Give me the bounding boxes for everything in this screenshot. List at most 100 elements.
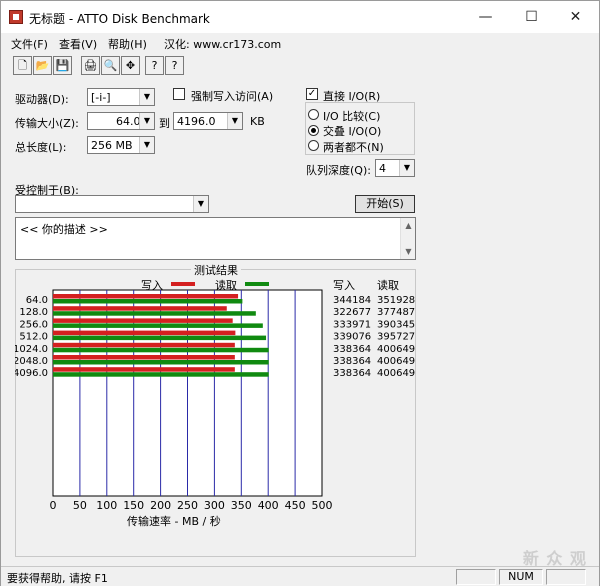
x-tick-label: 0	[50, 499, 57, 512]
total-length-value: 256 MB	[91, 139, 133, 152]
write-bar	[53, 367, 235, 372]
help-pointer-icon[interactable]: ?	[165, 56, 184, 75]
menu-bar: 文件(F) 查看(V) 帮助(H) 汉化: www.cr173.com	[1, 33, 599, 53]
read-value: 351928	[377, 295, 415, 306]
chevron-down-icon: ▼	[139, 113, 154, 129]
new-icon[interactable]: 🗋	[13, 56, 32, 75]
total-length-select[interactable]: 256 MB ▼	[87, 136, 155, 154]
queue-depth-select[interactable]: 4 ▼	[375, 159, 415, 177]
menu-file[interactable]: 文件(F)	[11, 36, 48, 52]
read-value: 400649	[377, 344, 415, 355]
x-tick-label: 400	[258, 499, 279, 512]
read-bar	[53, 372, 269, 377]
overlap-io-radio[interactable]	[308, 125, 319, 136]
description-scrollbar[interactable]: ▲ ▼	[400, 218, 415, 259]
chevron-down-icon: ▼	[227, 113, 242, 129]
overlap-io-label: 交叠 I/O(O)	[323, 125, 382, 138]
read-bar	[53, 335, 267, 341]
legend-read-swatch	[245, 282, 269, 286]
transfer-size-label: 传输大小(Z):	[15, 117, 79, 130]
window-title: 无标题 - ATTO Disk Benchmark	[29, 12, 210, 26]
write-bar	[53, 342, 235, 348]
direct-io-checkbox[interactable]: ✓	[306, 88, 318, 100]
open-icon[interactable]: 📂	[33, 56, 52, 75]
write-value: 338364	[333, 344, 371, 355]
description-textarea[interactable]: << 你的描述 >> ▲ ▼	[15, 217, 416, 260]
y-tick-label: 256.0	[19, 319, 48, 330]
transfer-to-value: 4196.0	[177, 115, 216, 128]
maximize-button[interactable]: ☐	[509, 1, 554, 33]
atto-app-icon	[9, 10, 23, 24]
benchmark-chart: 0 50 100 150 200 250 300 350 400 450 500 64.0 344184…	[15, 289, 415, 512]
write-bar	[53, 306, 227, 311]
read-bar	[53, 360, 269, 365]
write-value: 344184	[333, 295, 371, 306]
transfer-size-to-select[interactable]: 4196.0 ▼	[173, 112, 243, 130]
save-icon[interactable]: 💾	[53, 56, 72, 75]
x-tick-label: 500	[312, 499, 333, 512]
neither-radio[interactable]	[308, 140, 319, 151]
print-preview-icon[interactable]: 🔍	[101, 56, 120, 75]
write-value: 339076	[333, 332, 371, 343]
status-panel-3	[546, 569, 586, 585]
controlled-by-select[interactable]: ▼	[15, 195, 209, 213]
x-tick-label: 250	[177, 499, 198, 512]
status-panel-1	[456, 569, 496, 585]
x-tick-label: 200	[150, 499, 171, 512]
transfer-size-from-select[interactable]: 64.0 ▼	[87, 112, 155, 130]
results-title: 测试结果	[191, 262, 241, 278]
scroll-up-icon[interactable]: ▲	[401, 218, 416, 233]
force-write-checkbox[interactable]	[173, 88, 185, 100]
write-bar	[53, 318, 233, 323]
write-bar	[53, 355, 235, 360]
x-tick-label: 300	[204, 499, 225, 512]
info-icon[interactable]: ?	[145, 56, 164, 75]
title-bar: 无标题 - ATTO Disk Benchmark — ☐ ✕	[1, 1, 599, 33]
x-tick-label: 100	[96, 499, 117, 512]
scroll-down-icon[interactable]: ▼	[401, 244, 416, 259]
status-help-text: 要获得帮助, 请按 F1	[7, 572, 108, 585]
read-value: 390345	[377, 319, 415, 330]
write-value: 322677	[333, 307, 371, 318]
minimize-button[interactable]: —	[463, 1, 508, 33]
write-bar	[53, 330, 236, 336]
status-bar: 要获得帮助, 请按 F1 NUM	[1, 566, 599, 586]
drive-select[interactable]: [-i-] ▼	[87, 88, 155, 106]
write-bar	[53, 294, 239, 299]
y-tick-label: 4096.0	[15, 368, 48, 379]
io-compare-radio[interactable]	[308, 109, 319, 120]
read-bar	[53, 299, 243, 304]
close-button[interactable]: ✕	[553, 1, 598, 33]
neither-label: 两者都不(N)	[323, 141, 384, 154]
y-tick-label: 64.0	[26, 295, 48, 306]
queue-depth-label: 队列深度(Q):	[306, 164, 371, 177]
crosshair-icon[interactable]: ✥	[121, 56, 140, 75]
menu-localization-credit: 汉化: www.cr173.com	[164, 38, 282, 51]
read-bar	[53, 311, 256, 316]
read-value: 400649	[377, 356, 415, 367]
chevron-down-icon: ▼	[193, 196, 208, 212]
unit-label: KB	[250, 115, 265, 128]
read-bar	[53, 323, 263, 328]
print-icon[interactable]: 🖨	[81, 56, 100, 75]
x-axis-label: 传输速率 - MB / 秒	[127, 515, 221, 528]
legend-write-swatch	[171, 282, 195, 286]
write-value: 338364	[333, 356, 371, 367]
menu-help[interactable]: 帮助(H)	[108, 36, 147, 52]
x-tick-label: 150	[123, 499, 144, 512]
status-num-indicator: NUM	[499, 569, 543, 585]
start-button[interactable]: 开始(S)	[355, 195, 415, 213]
queue-depth-value: 4	[379, 162, 386, 175]
description-text: << 你的描述 >>	[20, 223, 108, 236]
transfer-from-value: 64.0	[116, 115, 141, 128]
y-tick-label: 1024.0	[15, 344, 48, 355]
total-length-label: 总长度(L):	[15, 141, 67, 154]
read-value: 377487	[377, 307, 415, 318]
write-value: 338364	[333, 368, 371, 379]
menu-view[interactable]: 查看(V)	[59, 36, 97, 52]
watermark-logo: 新 众 观	[522, 549, 587, 568]
x-tick-label: 350	[231, 499, 252, 512]
y-tick-label: 512.0	[19, 332, 48, 343]
chevron-down-icon: ▼	[139, 137, 154, 153]
drive-value: [-i-]	[91, 91, 111, 104]
